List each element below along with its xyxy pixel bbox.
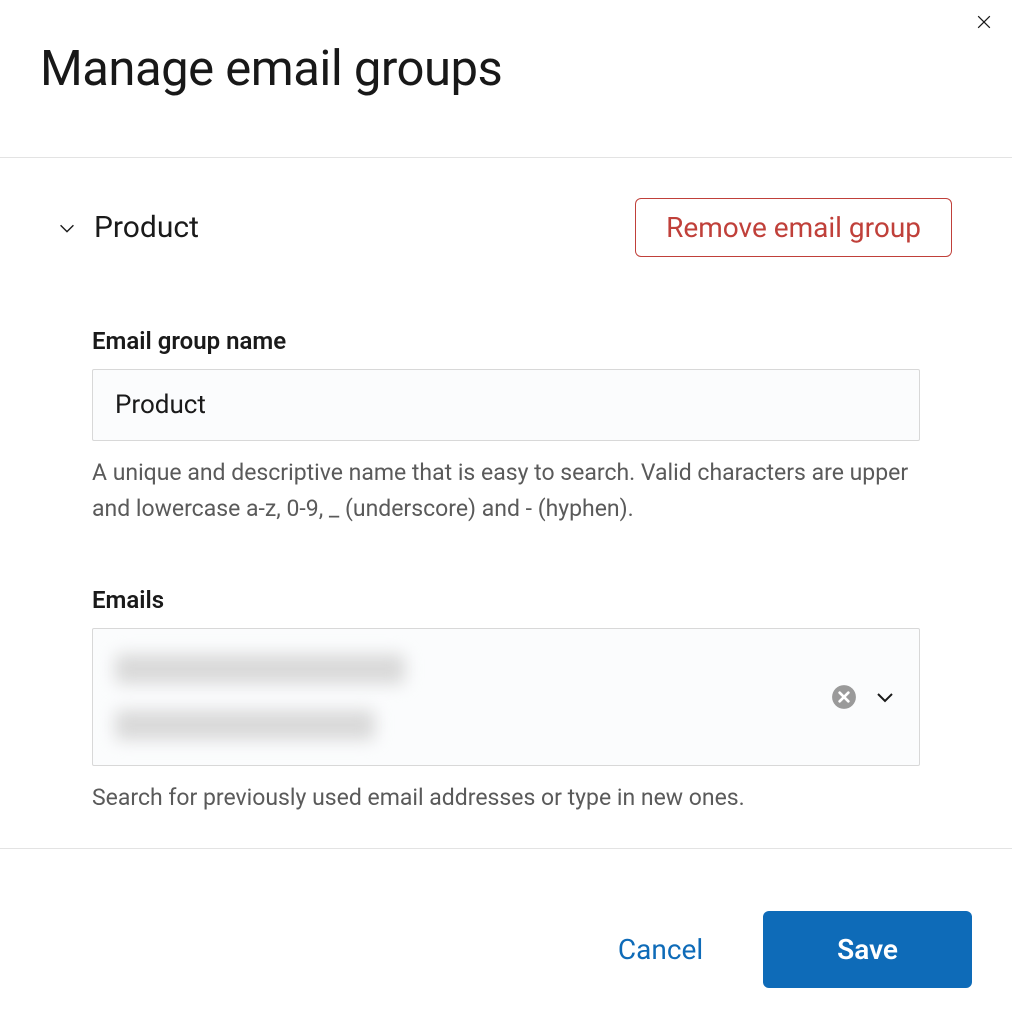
- emails-list: [115, 654, 405, 740]
- clear-icon[interactable]: [831, 684, 857, 710]
- email-item: [115, 710, 375, 740]
- cancel-button[interactable]: Cancel: [598, 917, 723, 982]
- section-header: Product Remove email group: [0, 158, 1012, 257]
- email-group-name-help: A unique and descriptive name that is ea…: [92, 455, 920, 526]
- section-title: Product: [94, 210, 199, 245]
- emails-controls: [831, 684, 897, 710]
- emails-input[interactable]: [92, 628, 920, 766]
- form-content: Email group name A unique and descriptiv…: [0, 257, 1012, 816]
- modal-title: Manage email groups: [0, 0, 1012, 97]
- chevron-down-icon: [56, 217, 78, 239]
- email-group-name-label: Email group name: [92, 327, 920, 355]
- remove-email-group-button[interactable]: Remove email group: [635, 198, 952, 257]
- footer: Cancel Save: [0, 911, 1012, 988]
- close-icon[interactable]: [970, 8, 998, 40]
- emails-label: Emails: [92, 586, 920, 614]
- section-header-toggle[interactable]: Product: [56, 210, 199, 245]
- footer-divider: [0, 848, 1012, 849]
- emails-help: Search for previously used email address…: [92, 780, 920, 816]
- email-group-name-field: Email group name A unique and descriptiv…: [92, 327, 920, 526]
- email-item: [115, 654, 405, 684]
- save-button[interactable]: Save: [763, 911, 972, 988]
- emails-field: Emails Search for previously used email …: [92, 586, 920, 816]
- email-group-name-input[interactable]: [92, 369, 920, 441]
- chevron-down-icon[interactable]: [873, 685, 897, 709]
